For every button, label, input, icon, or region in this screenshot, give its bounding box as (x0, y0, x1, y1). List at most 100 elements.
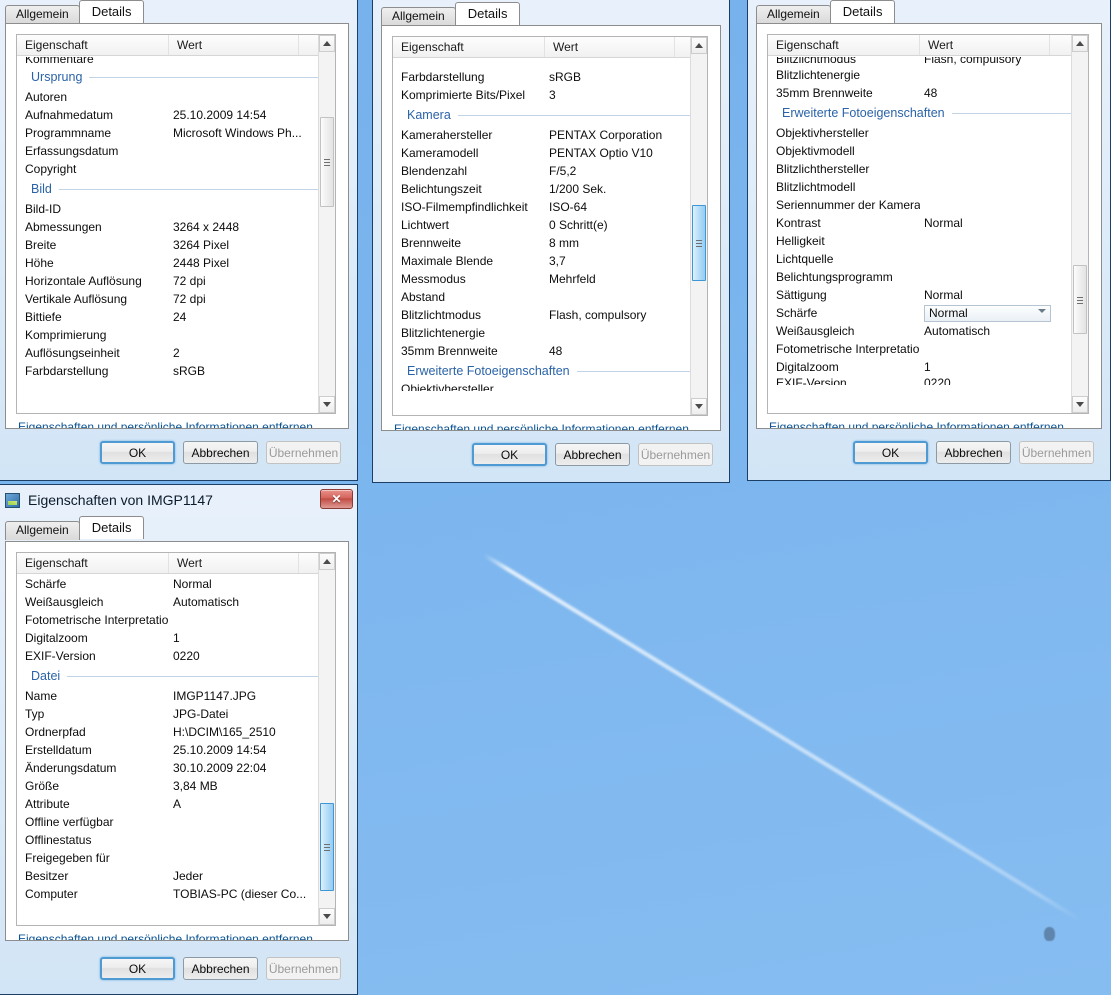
property-row[interactable]: Kameramodell PENTAX Optio V10 (393, 144, 707, 162)
cancel-button[interactable]: Abbrechen (936, 441, 1011, 464)
column-header-value[interactable]: Wert (920, 35, 1050, 55)
property-row[interactable]: Fotometrische Interpretation (17, 611, 335, 629)
property-row[interactable]: Lichtwert 0 Schritt(e) (393, 216, 707, 234)
property-row[interactable]: Schärfe Normal (17, 575, 335, 593)
ok-button[interactable]: OK (100, 441, 175, 464)
property-row[interactable] (393, 59, 707, 68)
property-value-cell[interactable]: 1 (169, 631, 335, 645)
property-row[interactable]: Ordnerpfad H:\DCIM\165_2510 (17, 723, 335, 741)
property-value-cell[interactable]: Automatisch (920, 324, 1088, 338)
close-icon[interactable]: ✕ (320, 489, 353, 509)
property-value-cell[interactable]: PENTAX Optio V10 (545, 146, 707, 160)
property-row[interactable]: Offline verfügbar (17, 813, 335, 831)
property-row[interactable]: Seriennummer der Kamera (768, 196, 1088, 214)
property-row[interactable]: EXIF-Version 0220 (768, 376, 1088, 385)
property-row[interactable]: Helligkeit (768, 232, 1088, 250)
property-value-cell[interactable]: Mehrfeld (545, 272, 707, 286)
property-row[interactable]: Digitalzoom 1 (17, 629, 335, 647)
tab-allgemein[interactable]: Allgemein (5, 521, 80, 540)
property-value-cell[interactable]: PENTAX Corporation (545, 128, 707, 142)
property-row[interactable]: Kamerahersteller PENTAX Corporation (393, 126, 707, 144)
property-row[interactable]: Besitzer Jeder (17, 867, 335, 885)
scroll-up-button[interactable] (691, 37, 707, 54)
property-value-cell[interactable]: Jeder (169, 869, 335, 883)
scroll-down-button[interactable] (1072, 396, 1088, 413)
ok-button[interactable]: OK (853, 441, 928, 464)
tab-details[interactable]: Details (829, 0, 896, 23)
property-row[interactable]: Kommentare (17, 57, 335, 66)
cancel-button[interactable]: Abbrechen (555, 443, 630, 466)
scrollbar-thumb[interactable] (1073, 265, 1087, 335)
column-header-property[interactable]: Eigenschaft (17, 35, 169, 55)
vertical-scrollbar[interactable] (318, 553, 335, 925)
scroll-up-button[interactable] (319, 553, 335, 570)
property-row[interactable]: Blitzlichtenergie (768, 66, 1088, 84)
property-row[interactable]: Breite 3264 Pixel (17, 236, 335, 254)
property-value-cell[interactable]: Automatisch (169, 595, 335, 609)
remove-properties-link[interactable]: Eigenschaften und persönliche Informatio… (18, 932, 313, 940)
property-row[interactable]: Blitzlichtmodus Flash, compulsory (768, 57, 1088, 66)
property-value-cell[interactable]: IMGP1147.JPG (169, 689, 335, 703)
property-row[interactable]: Aufnahmedatum 25.10.2009 14:54 (17, 106, 335, 124)
property-row[interactable]: Fotometrische Interpretation (768, 340, 1088, 358)
property-row[interactable]: Farbdarstellung sRGB (17, 362, 335, 380)
property-value-cell[interactable]: Flash, compulsory (545, 308, 707, 322)
property-value-cell[interactable]: A (169, 797, 335, 811)
property-value-cell[interactable]: sRGB (545, 70, 707, 84)
property-row[interactable]: 35mm Brennweite 48 (393, 342, 707, 360)
property-value-cell[interactable]: JPG-Datei (169, 707, 335, 721)
value-combobox[interactable]: Normal (924, 304, 1051, 322)
property-row[interactable]: Name IMGP1147.JPG (17, 687, 335, 705)
remove-properties-link[interactable]: Eigenschaften und persönliche Informatio… (18, 420, 313, 428)
property-row[interactable]: Attribute A (17, 795, 335, 813)
property-row[interactable]: Komprimierte Bits/Pixel 3 (393, 86, 707, 104)
property-row[interactable]: Sättigung Normal (768, 286, 1088, 304)
property-value-cell[interactable]: 0220 (169, 649, 335, 663)
property-row[interactable]: Digitalzoom 1 (768, 358, 1088, 376)
property-value-cell[interactable]: Normal (920, 304, 1088, 322)
column-header-value[interactable]: Wert (169, 35, 299, 55)
property-row[interactable]: Brennweite 8 mm (393, 234, 707, 252)
property-value-cell[interactable]: 48 (920, 86, 1088, 100)
vertical-scrollbar[interactable] (690, 37, 707, 415)
property-value-cell[interactable]: 1/200 Sek. (545, 182, 707, 196)
tab-details[interactable]: Details (78, 516, 145, 539)
vertical-scrollbar[interactable] (1071, 35, 1088, 413)
property-row[interactable]: Schärfe Normal (768, 304, 1088, 322)
property-value-cell[interactable]: 24 (169, 310, 335, 324)
tab-allgemein[interactable]: Allgemein (756, 5, 831, 24)
property-row[interactable]: Höhe 2448 Pixel (17, 254, 335, 272)
property-row[interactable]: Bittiefe 24 (17, 308, 335, 326)
property-row[interactable]: Lichtquelle (768, 250, 1088, 268)
property-row[interactable]: Blitzlichtenergie (393, 324, 707, 342)
scrollbar-thumb[interactable] (320, 803, 334, 892)
property-row[interactable]: Belichtungsprogramm (768, 268, 1088, 286)
remove-properties-link[interactable]: Eigenschaften und persönliche Informatio… (394, 422, 689, 430)
scroll-down-button[interactable] (691, 398, 707, 415)
property-row[interactable]: Abstand (393, 288, 707, 306)
property-row[interactable]: 35mm Brennweite 48 (768, 84, 1088, 102)
ok-button[interactable]: OK (100, 957, 175, 980)
property-row[interactable]: Typ JPG-Datei (17, 705, 335, 723)
property-value-cell[interactable]: Normal (920, 288, 1088, 302)
property-row[interactable]: Blitzlichthersteller (768, 160, 1088, 178)
cancel-button[interactable]: Abbrechen (183, 441, 258, 464)
property-value-cell[interactable]: 3 (545, 88, 707, 102)
property-value-cell[interactable]: 2 (169, 346, 335, 360)
property-row[interactable]: Computer TOBIAS-PC (dieser Co... (17, 885, 335, 903)
property-row[interactable]: Objektivhersteller (393, 382, 707, 391)
property-row[interactable]: Farbdarstellung sRGB (393, 68, 707, 86)
scroll-up-button[interactable] (1072, 35, 1088, 52)
property-row[interactable]: Maximale Blende 3,7 (393, 252, 707, 270)
property-row[interactable]: Erfassungsdatum (17, 142, 335, 160)
property-value-cell[interactable]: TOBIAS-PC (dieser Co... (169, 887, 335, 901)
property-row[interactable]: Copyright (17, 160, 335, 178)
property-value-cell[interactable]: Normal (920, 216, 1088, 230)
property-row[interactable]: Autoren (17, 88, 335, 106)
property-row[interactable]: Änderungsdatum 30.10.2009 22:04 (17, 759, 335, 777)
column-header-property[interactable]: Eigenschaft (17, 553, 169, 573)
property-value-cell[interactable]: H:\DCIM\165_2510 (169, 725, 335, 739)
property-value-cell[interactable]: 8 mm (545, 236, 707, 250)
property-row[interactable]: Blitzlichtmodus Flash, compulsory (393, 306, 707, 324)
property-row[interactable]: Horizontale Auflösung 72 dpi (17, 272, 335, 290)
